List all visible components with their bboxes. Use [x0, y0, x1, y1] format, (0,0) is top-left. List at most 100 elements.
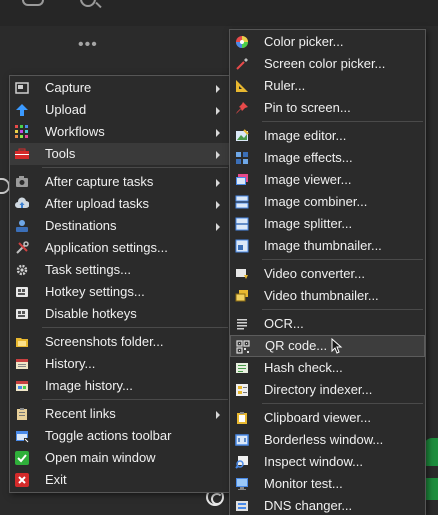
menu-item-borderless-window[interactable]: Borderless window... [230, 429, 425, 451]
menu-item-toggle-actions-toolbar[interactable]: Toggle actions toolbar [10, 425, 230, 447]
menu-item-capture[interactable]: Capture [10, 77, 230, 99]
menu-item-ocr[interactable]: OCR... [230, 313, 425, 335]
menu-item-image-editor[interactable]: Image editor... [230, 125, 425, 147]
menu-item-after-capture-tasks[interactable]: After capture tasks [10, 171, 230, 193]
menu-item-label: QR code... [265, 338, 328, 353]
color-picker-icon [236, 36, 248, 48]
menu-item-label: Hotkey settings... [45, 284, 145, 299]
menu-item-monitor-test[interactable]: Monitor test... [230, 473, 425, 495]
menu-item-after-upload-tasks[interactable]: After upload tasks [10, 193, 230, 215]
menu-item-workflows[interactable]: Workflows [10, 121, 230, 143]
background-toolbar [0, 0, 438, 26]
history-icon [16, 359, 28, 369]
menu-item-image-splitter[interactable]: Image splitter... [230, 213, 425, 235]
menu-item-ruler[interactable]: Ruler... [230, 75, 425, 97]
menu-item-label: Recent links [45, 406, 116, 421]
submenu-arrow-icon [216, 223, 220, 231]
menu-item-video-thumbnailer[interactable]: Video thumbnailer... [230, 285, 425, 307]
menu-item-color-picker[interactable]: Color picker... [230, 31, 425, 53]
submenu-arrow-icon [216, 201, 220, 209]
more-options-icon[interactable]: ••• [78, 37, 98, 53]
submenu-arrow-icon [216, 129, 220, 137]
menu-item-disable-hotkeys[interactable]: Disable hotkeys [10, 303, 230, 325]
destinations-icon [16, 220, 28, 232]
main-context-menu: Capture Upload Workflows Tools After cap… [9, 75, 231, 493]
menu-item-screen-color-picker[interactable]: Screen color picker... [230, 53, 425, 75]
video-thumbnailer-icon [235, 290, 248, 302]
menu-item-image-effects[interactable]: Image effects... [230, 147, 425, 169]
menu-item-label: Toggle actions toolbar [45, 428, 172, 443]
menu-item-hotkey-settings[interactable]: Hotkey settings... [10, 281, 230, 303]
menu-item-inspect-window[interactable]: Inspect window... [230, 451, 425, 473]
menu-item-label: Tools [45, 146, 76, 161]
tools-submenu: Color picker... Screen color picker... R… [229, 29, 426, 515]
menu-item-image-combiner[interactable]: Image combiner... [230, 191, 425, 213]
disable-hotkeys-icon [16, 309, 28, 319]
menu-item-qr-code[interactable]: QR code... [230, 335, 425, 357]
menu-item-label: Image combiner... [264, 194, 368, 209]
menu-item-label: History... [45, 356, 96, 371]
hash-check-icon [236, 363, 248, 373]
menu-item-label: Application settings... [45, 240, 168, 255]
video-converter-icon [236, 269, 248, 279]
menu-item-pin-to-screen[interactable]: Pin to screen... [230, 97, 425, 119]
menu-item-label: After upload tasks [45, 196, 150, 211]
menu-item-label: Clipboard viewer... [264, 410, 371, 425]
menu-item-open-main-window[interactable]: Open main window [10, 447, 230, 469]
menu-item-tools[interactable]: Tools [10, 143, 230, 165]
application-settings-icon [16, 241, 29, 254]
mouse-cursor-icon [331, 338, 343, 354]
toggle-toolbar-icon [16, 431, 29, 443]
menu-item-label: Workflows [45, 124, 105, 139]
submenu-arrow-icon [216, 151, 220, 159]
menu-item-label: Task settings... [45, 262, 131, 277]
menu-item-label: Monitor test... [264, 476, 343, 491]
menu-item-label: Image history... [45, 378, 133, 393]
screen-color-picker-icon [236, 58, 248, 70]
qr-code-icon [236, 340, 250, 354]
menu-item-image-thumbnailer[interactable]: Image thumbnailer... [230, 235, 425, 257]
image-thumbnailer-icon [235, 239, 249, 253]
menu-item-recent-links[interactable]: Recent links [10, 403, 230, 425]
menu-item-video-converter[interactable]: Video converter... [230, 263, 425, 285]
directory-indexer-icon [236, 384, 248, 396]
menu-item-screenshots-folder[interactable]: Screenshots folder... [10, 331, 230, 353]
ruler-icon [236, 80, 248, 92]
submenu-arrow-icon [216, 411, 220, 419]
menu-item-directory-indexer[interactable]: Directory indexer... [230, 379, 425, 401]
menu-item-history[interactable]: History... [10, 353, 230, 375]
recent-links-icon [17, 408, 27, 420]
task-settings-icon [16, 264, 28, 276]
menu-item-clipboard-viewer[interactable]: Clipboard viewer... [230, 407, 425, 429]
menu-item-image-history[interactable]: Image history... [10, 375, 230, 397]
menu-item-label: Image viewer... [264, 172, 352, 187]
menu-item-label: Video converter... [264, 266, 365, 281]
upload-icon [16, 104, 28, 116]
menu-item-label: Open main window [45, 450, 156, 465]
menu-item-label: Ruler... [264, 78, 306, 93]
menu-item-dns-changer[interactable]: DNS changer... [230, 495, 425, 515]
menu-item-exit[interactable]: Exit [10, 469, 230, 491]
menu-item-hash-check[interactable]: Hash check... [230, 357, 425, 379]
menu-item-label: Directory indexer... [264, 382, 373, 397]
tools-icon [15, 148, 29, 159]
screenshots-folder-icon [16, 338, 28, 347]
clipboard-viewer-icon [237, 412, 247, 424]
menu-item-upload[interactable]: Upload [10, 99, 230, 121]
menu-item-label: Image splitter... [264, 216, 353, 231]
image-viewer-icon [236, 174, 248, 185]
image-combiner-icon [235, 195, 249, 209]
menu-item-label: OCR... [264, 316, 304, 331]
menu-item-label: Image editor... [264, 128, 347, 143]
menu-item-label: Capture [45, 80, 92, 95]
submenu-arrow-icon [216, 85, 220, 93]
menu-item-application-settings[interactable]: Application settings... [10, 237, 230, 259]
inspect-window-icon [235, 456, 248, 469]
menu-item-image-viewer[interactable]: Image viewer... [230, 169, 425, 191]
menu-item-task-settings[interactable]: Task settings... [10, 259, 230, 281]
menu-item-label: Screen color picker... [264, 56, 386, 71]
menu-item-destinations[interactable]: Destinations [10, 215, 230, 237]
chat-icon[interactable] [22, 0, 44, 6]
ocr-icon [237, 319, 247, 330]
menu-item-label: Exit [45, 472, 67, 487]
